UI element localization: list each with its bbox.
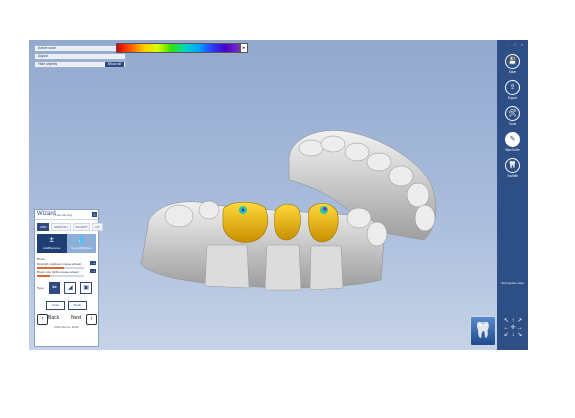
window-controls[interactable]: - □ × bbox=[508, 43, 525, 47]
mode-label: Smooth/Flatten bbox=[71, 246, 92, 250]
layer-row[interactable]: Active scan bbox=[34, 45, 126, 52]
save-tool[interactable]: 💾 Save bbox=[497, 54, 528, 74]
layers-panel: Active scan Adjust Hide objects Show all bbox=[34, 45, 126, 69]
strength-slider[interactable] bbox=[37, 267, 84, 269]
wizard-header: Wizard Free forming × bbox=[35, 210, 98, 220]
brush-size-slider[interactable] bbox=[37, 275, 84, 277]
wizard-tabs: ADD SMOOTH SCULPT FIT bbox=[35, 220, 103, 234]
color-scale-toggle-button[interactable]: ▸ bbox=[240, 43, 248, 53]
redo-button[interactable]: Redo bbox=[68, 301, 87, 310]
add-remove-mode-button[interactable]: ± Add/Remove bbox=[37, 234, 67, 253]
brush-type-row: Type ✏ ◢ ▣ bbox=[37, 281, 96, 294]
brush-size-label: Brush size (shift+mouse wheel) - + bbox=[37, 269, 96, 274]
tab-sculpt[interactable]: SCULPT bbox=[72, 223, 91, 231]
mode-label: Add/Remove bbox=[43, 246, 61, 250]
right-toolbar: - □ × 💾 Save ⇪ Export 🛠 Tools ✎ Wax Knif… bbox=[497, 40, 528, 350]
slider-fill bbox=[37, 275, 51, 277]
wizard-subtitle: Free forming bbox=[55, 213, 73, 217]
slider-label-text: Strength (up/down mouse wheel) bbox=[37, 262, 82, 266]
tooth-library-icon: 🦷 bbox=[505, 158, 520, 173]
toothlib-tool[interactable]: 🦷 Toothlib bbox=[497, 158, 528, 178]
tab-smooth[interactable]: SMOOTH bbox=[51, 223, 71, 231]
tab-add[interactable]: ADD bbox=[37, 223, 50, 231]
wizard-title: Wizard bbox=[37, 211, 56, 217]
block-brush-icon[interactable]: ▣ bbox=[80, 281, 93, 294]
arrow-left-icon[interactable]: ← bbox=[503, 325, 510, 332]
tool-label: Export bbox=[507, 96, 518, 100]
back-arrow-icon[interactable]: ‹ bbox=[37, 314, 48, 325]
center-view-icon[interactable]: ✛ bbox=[510, 325, 517, 332]
brush-size-stepper[interactable]: - + bbox=[90, 269, 96, 273]
arrow-down-right-icon[interactable]: ↘ bbox=[516, 332, 523, 339]
tab-fit[interactable]: FIT bbox=[92, 223, 103, 231]
arrow-down-icon[interactable]: ↓ bbox=[510, 332, 517, 339]
back-button-label[interactable]: Back bbox=[48, 315, 59, 322]
next-button-label[interactable]: Next bbox=[71, 315, 81, 322]
wizard-panel: Wizard Free forming × ADD SMOOTH SCULPT … bbox=[34, 209, 103, 347]
close-icon[interactable]: × bbox=[92, 212, 97, 217]
arrow-up-icon[interactable]: ↑ bbox=[510, 318, 517, 325]
arrow-down-left-icon[interactable]: ↙ bbox=[503, 332, 510, 339]
layer-row[interactable]: Hide objects Show all bbox=[34, 61, 126, 68]
tools-icon: 🛠 bbox=[505, 106, 520, 121]
next-arrow-icon[interactable]: › bbox=[86, 314, 97, 325]
smooth-mode-button[interactable]: 💧 Smooth/Flatten bbox=[66, 234, 96, 253]
tooth-icon: 🦷 bbox=[473, 322, 493, 339]
layer-label: Active scan bbox=[38, 46, 56, 50]
tooth-view-button[interactable]: 🦷 bbox=[470, 316, 496, 346]
tool-label: Wax Knife bbox=[505, 148, 520, 152]
brush-section-label: Brush bbox=[37, 257, 45, 261]
view-label: Soft system view bbox=[501, 281, 524, 285]
save-icon: 💾 bbox=[505, 54, 520, 69]
arrow-up-right-icon[interactable]: ↗ bbox=[516, 318, 523, 325]
undo-redo-row: Undo Redo bbox=[46, 301, 98, 310]
undo-button[interactable]: Undo bbox=[46, 301, 65, 310]
cad-window: Active scan Adjust Hide objects Show all… bbox=[29, 40, 528, 350]
dental-3d-viewport[interactable] bbox=[29, 40, 528, 350]
arrow-up-left-icon[interactable]: ↖ bbox=[503, 318, 510, 325]
layer-row[interactable]: Adjust bbox=[34, 53, 126, 60]
export-icon: ⇪ bbox=[505, 80, 520, 95]
wax-knife-tool[interactable]: ✎ Wax Knife bbox=[497, 132, 528, 152]
mode-selector: ± Add/Remove 💧 Smooth/Flatten bbox=[37, 234, 96, 253]
view-navigation: ↖ ↑ ↗ ← ✛ → ↙ ↓ ↘ bbox=[503, 318, 523, 339]
drop-icon: 💧 bbox=[76, 235, 87, 244]
wedge-brush-icon[interactable]: ◢ bbox=[64, 281, 77, 294]
tool-label: Tools bbox=[508, 122, 517, 126]
strength-stepper[interactable]: - + bbox=[90, 261, 96, 265]
pen-brush-icon[interactable]: ✏ bbox=[48, 281, 61, 294]
arrow-right-icon[interactable]: → bbox=[516, 325, 523, 332]
tools-tool[interactable]: 🛠 Tools bbox=[497, 106, 528, 126]
layer-label: Adjust bbox=[38, 54, 48, 58]
export-tool[interactable]: ⇪ Export bbox=[497, 80, 528, 100]
distance-color-scale bbox=[116, 43, 240, 53]
slider-fill bbox=[37, 267, 65, 269]
wizard-hint: Click Next to finish bbox=[54, 325, 79, 329]
type-label: Type bbox=[37, 285, 44, 290]
show-all-button[interactable]: Show all bbox=[104, 62, 124, 67]
plus-minus-icon: ± bbox=[49, 235, 54, 244]
slider-label-text: Brush size (shift+mouse wheel) bbox=[37, 270, 79, 274]
layer-label: Hide objects bbox=[38, 62, 58, 66]
strength-label: Strength (up/down mouse wheel) - + bbox=[37, 261, 96, 266]
tool-label: Save bbox=[508, 70, 517, 74]
tool-label: Toothlib bbox=[507, 174, 518, 178]
wax-knife-icon: ✎ bbox=[505, 132, 520, 147]
die-stumps bbox=[204, 244, 344, 291]
wizard-navigation: ‹ Back Next › bbox=[35, 313, 98, 325]
